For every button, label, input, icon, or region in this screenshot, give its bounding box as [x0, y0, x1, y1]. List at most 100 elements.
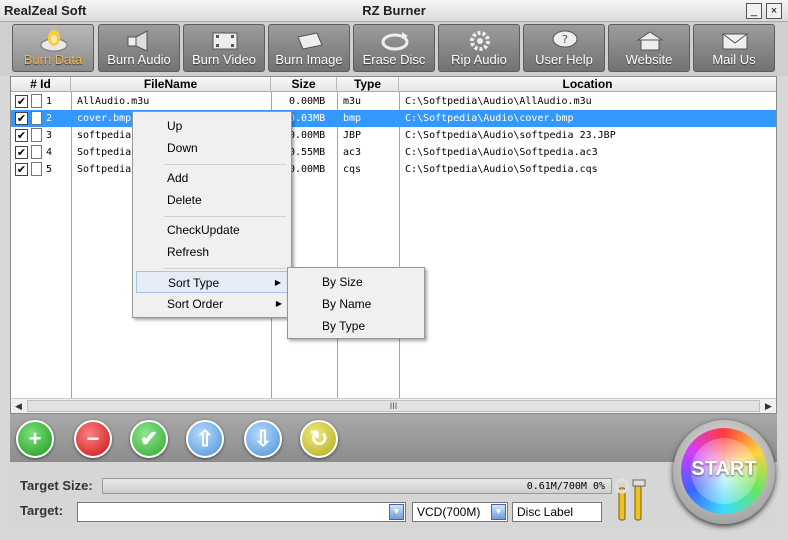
file-icon — [31, 94, 42, 108]
burn-audio-button[interactable]: Burn Audio — [98, 24, 180, 72]
file-icon — [31, 111, 42, 125]
row-location: C:\Softpedia\Audio\AllAudio.m3u — [405, 96, 592, 107]
burn-video-button[interactable]: Burn Video — [183, 24, 265, 72]
rip-audio-button[interactable]: Rip Audio — [438, 24, 520, 72]
menu-item-sort-type[interactable]: Sort Type ▶ — [136, 271, 288, 293]
burn-data-button[interactable]: Burn Data — [12, 24, 94, 72]
add-file-button[interactable]: + — [16, 420, 54, 458]
list-header: # Id FileName Size Type Location — [11, 77, 776, 92]
start-button[interactable]: START — [673, 420, 775, 524]
menu-item-by-size[interactable]: By Size — [291, 271, 421, 293]
checkmark-icon: ✔ — [139, 426, 159, 451]
row-checkbox[interactable]: ✔ — [15, 146, 28, 159]
column-type[interactable]: Type — [337, 77, 399, 92]
arrow-down-icon: ⇩ — [253, 426, 273, 451]
toolbar-label: Mail Us — [712, 52, 756, 67]
target-size-label: Target Size: — [20, 478, 93, 493]
row-location: C:\Softpedia\Audio\softpedia 23.JBP — [405, 130, 616, 141]
scroll-right-icon[interactable]: ▶ — [761, 399, 776, 414]
row-checkbox[interactable]: ✔ — [15, 112, 28, 125]
horizontal-scrollbar[interactable]: ◀ III ▶ — [11, 398, 776, 413]
table-row[interactable]: ✔ 5 Softpedia 0.00MB cqs C:\Softpedia\Au… — [11, 161, 776, 178]
target-size-progress: 0.61M/700M 0% — [102, 478, 612, 494]
toolbar-label: Burn Video — [191, 52, 257, 67]
menu-separator — [164, 268, 286, 269]
row-id: 2 — [46, 113, 53, 124]
user-help-button[interactable]: ? User Help — [523, 24, 605, 72]
menu-item-label: Sort Order — [167, 297, 224, 311]
check-button[interactable]: ✔ — [130, 420, 168, 458]
submenu-arrow-icon: ▶ — [274, 278, 281, 287]
remove-file-button[interactable]: − — [74, 420, 112, 458]
file-icon — [31, 162, 42, 176]
row-type: bmp — [343, 113, 362, 124]
chevron-down-icon[interactable]: ▼ — [491, 504, 506, 520]
row-type: m3u — [343, 96, 362, 107]
scroll-left-icon[interactable]: ◀ — [11, 399, 26, 414]
menu-item-by-name[interactable]: By Name — [291, 293, 421, 315]
menu-item-sort-order[interactable]: Sort Order ▶ — [136, 293, 288, 315]
move-up-button[interactable]: ⇧ — [186, 420, 224, 458]
menu-item-checkupdate[interactable]: CheckUpdate — [136, 219, 288, 241]
table-row[interactable]: ✔ 3 softpedia 0.00MB JBP C:\Softpedia\Au… — [11, 127, 776, 144]
row-checkbox[interactable]: ✔ — [15, 163, 28, 176]
mail-icon — [722, 33, 748, 50]
table-row[interactable]: ✔ 4 Softpedia 0.55MB ac3 C:\Softpedia\Au… — [11, 144, 776, 161]
arrow-up-icon: ⇧ — [195, 426, 215, 451]
column-size[interactable]: Size — [271, 77, 337, 92]
row-size: 0.03MB — [289, 113, 326, 124]
row-id: 1 — [46, 96, 53, 107]
disc-label-field[interactable]: Disc Label — [512, 502, 602, 522]
menu-item-delete[interactable]: Delete — [136, 189, 288, 211]
mail-us-button[interactable]: Mail Us — [693, 24, 775, 72]
file-list[interactable]: # Id FileName Size Type Location ✔ 1 All… — [10, 76, 777, 414]
target-dropdown[interactable]: ▼ — [77, 502, 406, 522]
move-down-button[interactable]: ⇩ — [244, 420, 282, 458]
menu-item-by-type[interactable]: By Type — [291, 315, 421, 337]
row-size: 0.00MB — [289, 164, 326, 175]
scroll-thumb[interactable]: III — [27, 400, 760, 412]
file-icon — [31, 145, 42, 159]
table-row-selected[interactable]: ✔ 2 cover.bmp 0.03MB bmp C:\Softpedia\Au… — [11, 110, 776, 127]
row-type: JBP — [343, 130, 362, 141]
row-size: 0.00MB — [289, 130, 326, 141]
row-checkbox[interactable]: ✔ — [15, 129, 28, 142]
media-type-select[interactable]: VCD(700M) ▼ — [412, 502, 508, 522]
row-size: 0.00MB — [289, 96, 326, 107]
erase-disc-button[interactable]: Erase Disc — [353, 24, 435, 72]
table-row[interactable]: ✔ 1 AllAudio.m3u 0.00MB m3u C:\Softpedia… — [11, 93, 776, 110]
minus-icon: − — [86, 426, 100, 451]
start-label: START — [691, 458, 757, 480]
title-bar: RealZeal Soft RZ Burner _ × — [0, 0, 788, 22]
row-location: C:\Softpedia\Audio\Softpedia.cqs — [405, 164, 598, 175]
chevron-down-icon[interactable]: ▼ — [389, 504, 404, 520]
menu-item-add[interactable]: Add — [136, 167, 288, 189]
erase-icon — [381, 32, 409, 51]
website-button[interactable]: Website — [608, 24, 690, 72]
toolbar-label: Burn Data — [23, 52, 83, 67]
row-checkbox[interactable]: ✔ — [15, 95, 28, 108]
close-button[interactable]: × — [766, 3, 782, 19]
minimize-button[interactable]: _ — [746, 3, 762, 19]
action-bar: + − ✔ ⇧ ⇩ ↻ — [10, 414, 777, 462]
target-size-text: 0.61M/700M 0% — [526, 481, 605, 492]
context-menu: Up Down Add Delete CheckUpdate Refresh S… — [132, 111, 292, 318]
plus-icon: + — [28, 426, 42, 451]
menu-item-up[interactable]: Up — [136, 115, 288, 137]
row-type: ac3 — [343, 147, 362, 158]
column-id[interactable]: # Id — [11, 77, 71, 92]
row-filename: Softpedia — [77, 147, 132, 158]
svg-text:?: ? — [562, 33, 568, 46]
tools-icon[interactable] — [611, 476, 657, 524]
image-disc-icon — [297, 32, 323, 50]
toolbar-label: User Help — [535, 52, 593, 67]
column-location[interactable]: Location — [399, 77, 776, 92]
row-location: C:\Softpedia\Audio\cover.bmp — [405, 113, 574, 124]
menu-item-down[interactable]: Down — [136, 137, 288, 159]
burn-image-button[interactable]: Burn Image — [268, 24, 350, 72]
row-size: 0.55MB — [289, 147, 326, 158]
column-filename[interactable]: FileName — [71, 77, 271, 92]
refresh-button[interactable]: ↻ — [300, 420, 338, 458]
row-id: 4 — [46, 147, 53, 158]
menu-item-refresh[interactable]: Refresh — [136, 241, 288, 263]
